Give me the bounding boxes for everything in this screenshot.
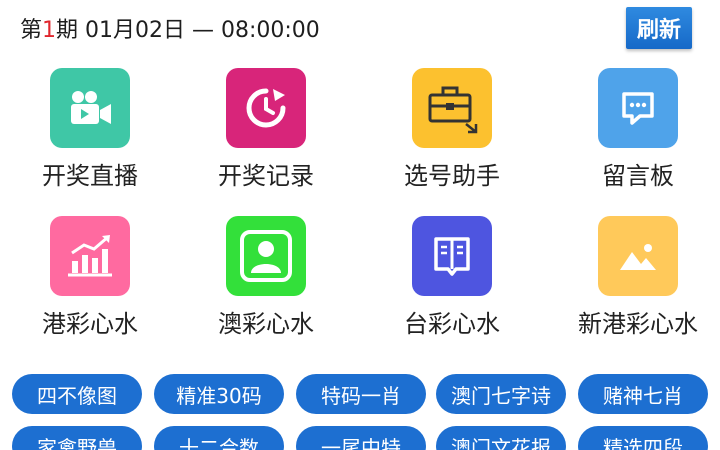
- period-prefix: 第: [20, 18, 43, 43]
- grid-item-taiwan-tips[interactable]: 台彩心水: [362, 216, 542, 339]
- grid-item-new-hk-tips[interactable]: 新港彩心水: [548, 216, 720, 339]
- period-date-time: 期 01月02日 — 08:00:00: [56, 18, 320, 43]
- grid-item-label: 开奖直播: [42, 162, 138, 190]
- user-icon: [226, 216, 306, 296]
- chip-item[interactable]: 四不像图: [12, 374, 142, 414]
- book-icon: [412, 216, 492, 296]
- grid-item-live-draw[interactable]: 开奖直播: [0, 68, 180, 191]
- chip-item[interactable]: 赌神七肖: [578, 374, 708, 414]
- chip-item[interactable]: 精选四段: [578, 426, 708, 450]
- grid-item-label: 留言板: [602, 162, 674, 190]
- grid-item-label: 新港彩心水: [578, 310, 698, 338]
- grid-item-label: 港彩心水: [42, 310, 138, 338]
- chip-item[interactable]: 澳门七字诗: [436, 374, 566, 414]
- image-icon: [598, 216, 678, 296]
- video-camera-icon: [50, 68, 130, 148]
- period-info: 第1期 01月02日 — 08:00:00: [20, 12, 320, 44]
- chip-item[interactable]: 澳门文花报: [436, 426, 566, 450]
- category-chips: 四不像图 精准30码 特码一肖 澳门七字诗 赌神七肖 家禽野兽 十二合数 一尾中…: [0, 372, 720, 450]
- grid-item-draw-history[interactable]: 开奖记录: [176, 68, 356, 191]
- toolbox-icon: [412, 68, 492, 148]
- grid-item-message-board[interactable]: 留言板: [548, 68, 720, 191]
- grid-item-hk-tips[interactable]: 港彩心水: [0, 216, 180, 339]
- chip-item[interactable]: 特码一肖: [296, 374, 426, 414]
- clock-refresh-icon: [226, 68, 306, 148]
- chip-item[interactable]: 精准30码: [154, 374, 284, 414]
- header-bar: 第1期 01月02日 — 08:00:00 刷新: [0, 0, 720, 56]
- chip-item[interactable]: 家禽野兽: [12, 426, 142, 450]
- period-number: 1: [42, 18, 57, 43]
- grid-item-label: 开奖记录: [218, 162, 314, 190]
- chip-item[interactable]: 十二合数: [154, 426, 284, 450]
- grid-item-label: 选号助手: [404, 162, 500, 190]
- grid-item-macau-tips[interactable]: 澳彩心水: [176, 216, 356, 339]
- refresh-button[interactable]: 刷新: [626, 7, 692, 49]
- grid-item-label: 台彩心水: [404, 310, 500, 338]
- grid-item-number-helper[interactable]: 选号助手: [362, 68, 542, 191]
- chip-item[interactable]: 一尾中特: [296, 426, 426, 450]
- chat-bubble-icon: [598, 68, 678, 148]
- bar-chart-icon: [50, 216, 130, 296]
- grid-item-label: 澳彩心水: [218, 310, 314, 338]
